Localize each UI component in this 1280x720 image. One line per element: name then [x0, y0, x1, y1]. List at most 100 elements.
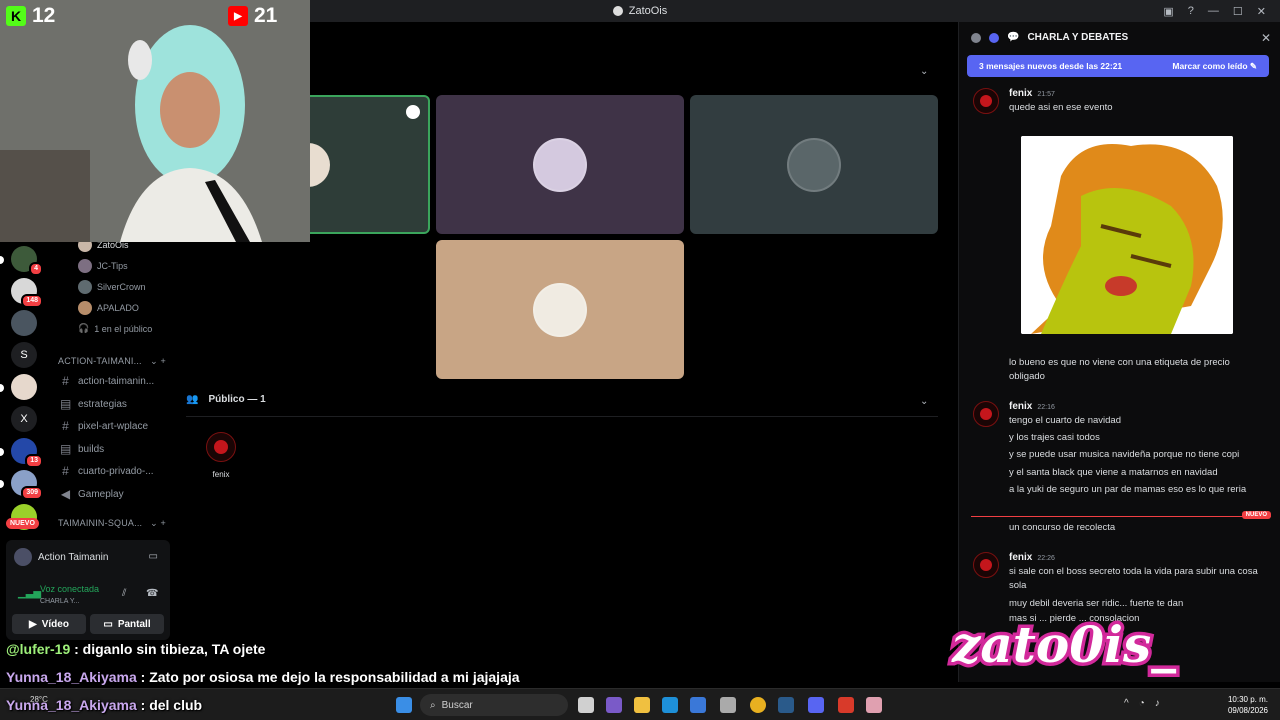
screen-share-button[interactable]: ▭ Pantall [90, 614, 164, 634]
screen-icon: ▭ [103, 618, 113, 630]
server-icon[interactable] [11, 374, 37, 400]
speaker-tile[interactable] [308, 95, 430, 234]
channel-item[interactable]: ◀ Gameplay [60, 487, 124, 501]
server-icon[interactable] [11, 310, 37, 336]
server-icon-s[interactable]: S [11, 342, 37, 368]
edge-icon[interactable] [662, 697, 678, 713]
message-author[interactable]: fenix 22:16 [1009, 401, 1055, 412]
speaker-tile[interactable] [436, 240, 684, 379]
emoji-icon [989, 32, 999, 43]
minimize-button[interactable]: — [1208, 5, 1219, 17]
disconnect-icon[interactable]: ☎ [146, 588, 158, 599]
voice-member[interactable]: JC-Tips [78, 259, 128, 273]
volume-icon[interactable]: ♪ [1155, 698, 1160, 709]
mark-read-button[interactable]: Marcar como leído ✎ [1172, 61, 1257, 72]
new-messages-bar[interactable]: 3 mensajes nuevos desde las 22:21 Marcar… [967, 55, 1269, 77]
server-logo-icon [612, 6, 623, 16]
hash-icon: # [62, 419, 69, 433]
forum-icon: ▤ [60, 397, 72, 411]
fighter-gif-image [1021, 136, 1233, 334]
audience-header: 👥 Público — 1 [186, 394, 266, 405]
mention-badge: 309 [21, 486, 43, 500]
collapse-audience-icon[interactable]: ⌄ [920, 396, 928, 407]
zatoois-brand-logo: zato0is_ [948, 612, 1180, 678]
message-text: un concurso de recolecta [1009, 522, 1116, 533]
taskbar-clock[interactable]: 10:30 p. m. 09/08/2026 [1228, 694, 1268, 716]
steam-icon[interactable] [778, 697, 794, 713]
channel-item[interactable]: # pixel-art-wplace [60, 419, 148, 433]
message-author[interactable]: fenix 21:57 [1009, 88, 1055, 99]
speaker-tile[interactable] [690, 95, 938, 234]
audience-member[interactable]: fenix [204, 432, 238, 479]
help-icon[interactable]: ? [1188, 5, 1194, 17]
audience-count[interactable]: 🎧 1 en el público [78, 323, 152, 334]
message-text: y el santa black que viene a matarnos en… [1009, 467, 1218, 478]
server-icon-x[interactable]: X [11, 406, 37, 432]
window-controls: ▣ ? — ☐ ✕ [1163, 0, 1280, 22]
app-icon[interactable] [866, 697, 882, 713]
avatar[interactable] [973, 401, 999, 427]
voice-channel-name[interactable]: CHARLA Y... [40, 598, 79, 605]
obs-icon[interactable] [838, 697, 854, 713]
noise-suppression-icon[interactable]: ⫽ [122, 588, 126, 599]
signal-icon[interactable]: ▁▃▅ [18, 588, 41, 599]
channel-item[interactable]: ▤ estrategias [60, 397, 127, 411]
avatar [206, 432, 236, 462]
audience-icon: 👥 [186, 394, 199, 405]
collapse-speakers-icon[interactable]: ⌄ [920, 66, 928, 77]
speaker-icon: ◀ [60, 487, 71, 501]
message-text: a la yuki de seguro un par de mamas eso … [1009, 484, 1247, 495]
stream-chat-message: @lufer-19 : diganlo sin tibieza, TA ojet… [6, 641, 266, 657]
widgets-icon[interactable] [606, 697, 622, 713]
unread-indicator [0, 256, 4, 264]
store-icon[interactable] [690, 697, 706, 713]
voice-member[interactable]: SilverCrown [78, 280, 146, 294]
soundboard-icon[interactable]: ▭ [149, 551, 158, 562]
video-button[interactable]: ▶ Vídeo [12, 614, 86, 634]
avatar [78, 301, 92, 315]
start-button[interactable] [396, 697, 412, 713]
close-window-button[interactable]: ✕ [1257, 5, 1266, 18]
forum-icon: ▤ [60, 442, 72, 456]
channel-item[interactable]: # action-taimanin... [60, 374, 154, 388]
add-channel-icon[interactable]: ⌄ + [150, 356, 166, 367]
channel-item[interactable]: ▤ builds [60, 442, 104, 456]
window-title: ZatoOis [612, 5, 667, 17]
unread-indicator [0, 448, 4, 456]
divider [186, 416, 938, 417]
add-channel-icon[interactable]: ⌄ + [150, 518, 166, 529]
system-tray[interactable]: ^ ◔ ♪ [1124, 698, 1160, 709]
server-icon[interactable]: 309 [11, 470, 43, 500]
voice-member[interactable]: APALADO [78, 301, 139, 315]
network-icon[interactable]: ◔ [1139, 698, 1145, 709]
chevron-up-icon[interactable]: ^ [1124, 698, 1129, 709]
channel-item[interactable]: # cuarto-privado-... [60, 464, 153, 478]
message-author[interactable]: fenix 22:26 [1009, 552, 1055, 563]
server-icon[interactable]: 13 [11, 438, 43, 468]
avatar [78, 259, 92, 273]
avatar[interactable] [973, 88, 999, 114]
speaker-tile[interactable] [436, 95, 684, 234]
stream-chat-message: Yunna_18_Akiyama : Zato por osiosa me de… [6, 669, 520, 685]
discord-icon[interactable] [808, 697, 824, 713]
close-chat-button[interactable]: ✕ [1261, 31, 1271, 45]
category-header[interactable]: TAIMAININ-SQUA... ⌄ + [58, 518, 166, 529]
new-servers-pill[interactable]: NUEVO [6, 518, 39, 529]
avatar [14, 548, 32, 566]
voice-server[interactable]: Action Taimanin [14, 548, 108, 566]
gif-embed[interactable] [1021, 136, 1233, 334]
avatar [533, 137, 587, 192]
task-view-icon[interactable] [578, 697, 594, 713]
file-explorer-icon[interactable] [634, 697, 650, 713]
chat-bubble-icon: 💬 [1007, 32, 1020, 43]
category-header[interactable]: ACTION-TAIMANI... ⌄ + [58, 356, 166, 367]
inbox-icon[interactable]: ▣ [1163, 5, 1173, 18]
maximize-button[interactable]: ☐ [1233, 5, 1243, 18]
webcam-overlay: K 12 ▶ 21 [0, 0, 310, 242]
server-icon[interactable]: 148 [11, 278, 43, 308]
server-icon[interactable]: 4 [11, 246, 43, 276]
taskbar-search[interactable]: ⌕ Buscar [420, 694, 568, 716]
app-icon[interactable] [720, 697, 736, 713]
chrome-icon[interactable] [750, 697, 766, 713]
avatar[interactable] [973, 552, 999, 578]
